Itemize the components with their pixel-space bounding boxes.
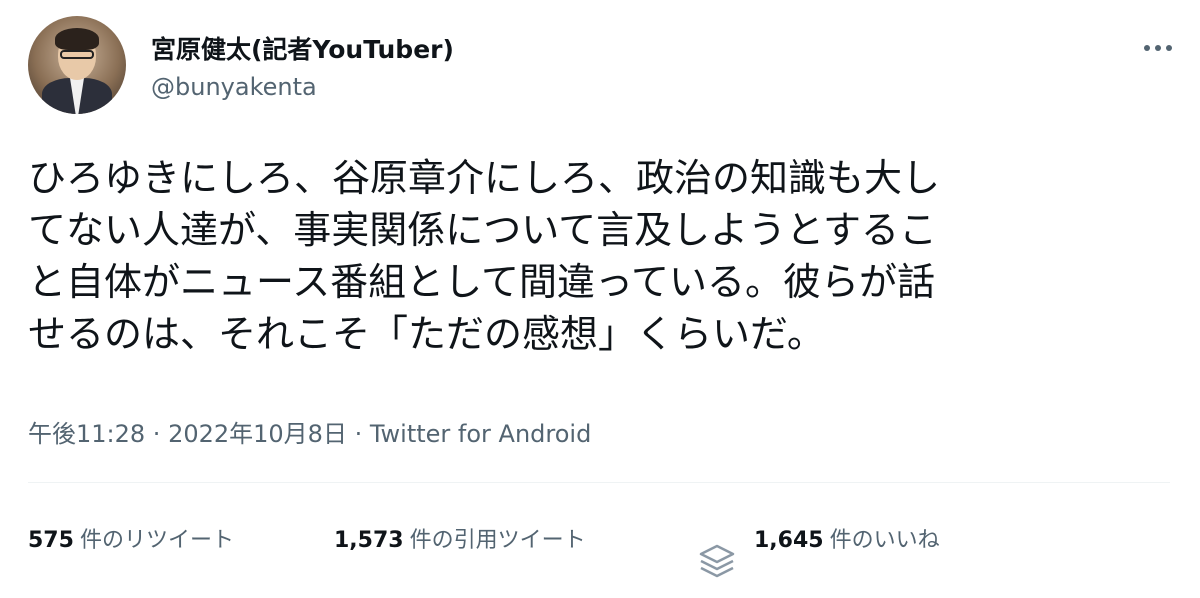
tweet: 宮原健太(記者YouTuber) @bunyakenta ひろゆきにしろ、谷原章… xyxy=(0,0,1200,598)
tweet-text-line: と自体がニュース番組として間違っている。彼らが話 xyxy=(28,260,936,304)
meta-separator: · xyxy=(346,420,370,448)
quotes-stat[interactable]: 1,573 件の引用ツイート xyxy=(334,522,586,554)
tweet-header: 宮原健太(記者YouTuber) @bunyakenta xyxy=(28,16,1178,116)
retweets-count: 575 xyxy=(28,528,74,553)
tweet-time-link[interactable]: 午後11:28 xyxy=(28,420,145,448)
retweets-label: 件のリツイート xyxy=(79,528,234,553)
layers-graphic xyxy=(699,544,735,578)
likes-stat[interactable]: 1,645 件のいいね xyxy=(754,522,940,554)
likes-count: 1,645 xyxy=(754,528,824,553)
tweet-text-line: ひろゆきにしろ、谷原章介にしろ、政治の知識も大し xyxy=(28,156,941,200)
meta-separator: · xyxy=(145,420,169,448)
tweet-date-link[interactable]: 2022年10月8日 xyxy=(168,420,347,448)
more-horizontal-icon[interactable] xyxy=(1138,38,1178,58)
tweet-text-line: せるのは、それこそ「ただの感想」くらいだ。 xyxy=(28,312,825,356)
tweet-source-link[interactable]: Twitter for Android xyxy=(370,420,591,448)
avatar-hair xyxy=(55,28,99,50)
quotes-count: 1,573 xyxy=(334,528,404,553)
avatar[interactable] xyxy=(28,16,126,114)
display-name[interactable]: 宮原健太(記者YouTuber) xyxy=(151,30,454,66)
layers-icon xyxy=(695,540,739,584)
retweets-stat[interactable]: 575 件のリツイート xyxy=(28,522,234,554)
tweet-text: ひろゆきにしろ、谷原章介にしろ、政治の知識も大し てない人達が、事実関係について… xyxy=(28,152,1168,360)
more-dots-graphic xyxy=(1144,45,1172,51)
quotes-label: 件の引用ツイート xyxy=(409,528,586,553)
tweet-text-line: てない人達が、事実関係について言及しようとするこ xyxy=(28,208,937,252)
tweet-meta: 午後11:28 · 2022年10月8日 · Twitter for Andro… xyxy=(28,414,591,449)
user-handle[interactable]: @bunyakenta xyxy=(151,73,317,101)
divider xyxy=(28,482,1170,483)
avatar-glasses xyxy=(60,50,94,59)
likes-label: 件のいいね xyxy=(829,528,940,553)
